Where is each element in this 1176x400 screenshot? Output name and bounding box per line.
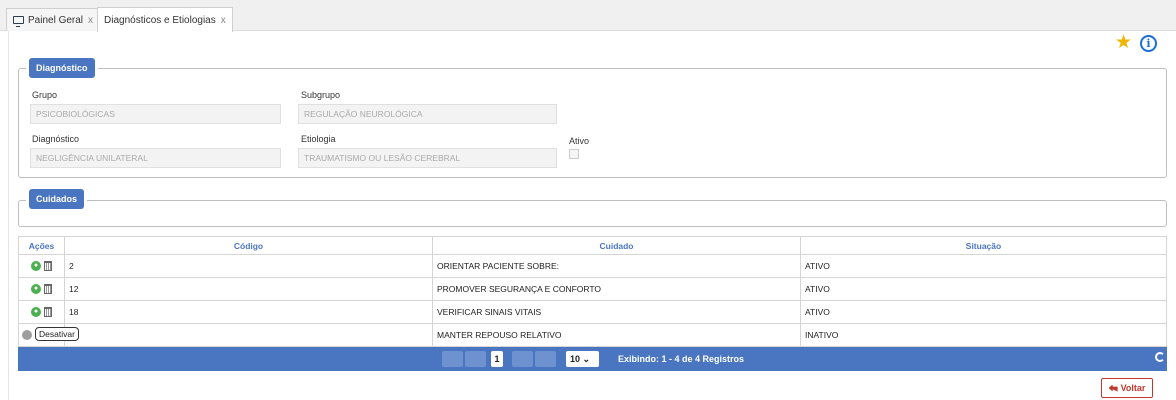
activate-icon[interactable]: ● [31,261,41,272]
activate-icon[interactable]: ● [31,284,41,295]
voltar-label: Voltar [1120,383,1146,393]
codigo-cell: 18 [64,300,433,324]
row-actions: ● [18,300,65,324]
table-row: ● 2 ORIENTAR PACIENTE SOBRE: ATIVO [18,254,1167,278]
tab-label: Diagnósticos e Etiologias [104,14,216,26]
col-cuidado[interactable]: Cuidado [432,236,801,255]
tab-label: Painel Geral [28,14,84,26]
subgrupo-label: Subgrupo [301,90,341,100]
back-arrow-icon [1108,384,1118,392]
diagnostico-label: Diagnóstico [32,134,80,144]
star-icon[interactable]: ★ [1115,33,1132,53]
situacao-cell: ATIVO [800,277,1167,301]
cuidado-cell: VERIFICAR SINAIS VITAIS [432,300,801,324]
close-icon[interactable]: x [88,15,93,26]
chevron-down-icon: ⌄ [582,354,591,364]
table-row: Desativar MANTER REPOUSO RELATIVO INATIV… [18,323,1167,347]
col-acoes[interactable]: Ações [18,236,65,255]
codigo-cell: 2 [64,254,433,278]
grupo-field[interactable]: PSICOBIOLÓGICAS [30,104,281,124]
tab-bar: Painel Geral x Diagnósticos e Etiologias… [0,0,1176,32]
subgrupo-field[interactable]: REGULAÇÃO NEUROLÓGICA [298,104,557,124]
row-actions: Desativar [18,323,79,347]
cuidados-fieldset [18,200,1167,227]
pagination-bar: 1 10 ⌄ Exibindo: 1 - 4 de 4 Registros [18,347,1167,371]
col-codigo[interactable]: Código [64,236,433,255]
first-page-button[interactable] [442,351,463,367]
diagnostico-legend: Diagnóstico [29,58,95,78]
col-situacao[interactable]: Situação [800,236,1167,255]
page-size-select[interactable]: 10 ⌄ [566,351,599,367]
grupo-label: Grupo [32,90,58,100]
etiologia-label: Etiologia [301,134,336,144]
row-actions: ● [18,254,65,278]
situacao-cell: ATIVO [800,254,1167,278]
deactivated-icon[interactable] [22,330,32,341]
trash-icon[interactable] [44,284,52,295]
voltar-button[interactable]: Voltar [1101,378,1153,398]
refresh-icon[interactable] [1155,352,1165,362]
table-row: ● 12 PROMOVER SEGURANÇA E CONFORTO ATIVO [18,277,1167,301]
records-info: Exibindo: 1 - 4 de 4 Registros [618,354,745,364]
trash-icon[interactable] [44,261,52,272]
last-page-button[interactable] [535,351,556,367]
situacao-cell: ATIVO [800,300,1167,324]
cuidado-cell: PROMOVER SEGURANÇA E CONFORTO [432,277,801,301]
monitor-icon [13,16,24,27]
current-page[interactable]: 1 [491,351,503,367]
prev-page-button[interactable] [465,351,486,367]
ativo-checkbox[interactable] [569,149,579,159]
next-page-button[interactable] [512,351,533,367]
close-icon[interactable]: x [221,15,226,26]
ativo-label: Ativo [569,136,590,146]
situacao-cell: INATIVO [800,323,1167,347]
cuidado-cell: ORIENTAR PACIENTE SOBRE: [432,254,801,278]
activate-icon[interactable]: ● [31,307,41,318]
table-row: ● 18 VERIFICAR SINAIS VITAIS ATIVO [18,300,1167,324]
cuidados-legend: Cuidados [29,189,85,209]
cuidado-cell: MANTER REPOUSO RELATIVO [432,323,801,347]
diagnostico-field[interactable]: NEGLIGÊNCIA UNILATERAL [30,148,281,168]
codigo-cell: 12 [64,277,433,301]
left-border [8,31,9,400]
tab-diagnosticos-etiologias[interactable]: Diagnósticos e Etiologias x [97,7,233,32]
table-header-row: Ações Código Cuidado Situação [18,236,1167,255]
trash-icon[interactable] [44,307,52,318]
etiologia-field[interactable]: TRAUMATISMO OU LESÃO CEREBRAL [298,148,557,168]
info-icon[interactable]: i [1140,35,1157,52]
tooltip-desativar: Desativar [35,327,79,341]
tab-painel-geral[interactable]: Painel Geral x [6,8,101,31]
page-size-value: 10 [570,354,581,364]
codigo-cell [64,323,433,347]
cuidados-table: Ações Código Cuidado Situação ● 2 ORIENT… [18,236,1167,347]
row-actions: ● [18,277,65,301]
